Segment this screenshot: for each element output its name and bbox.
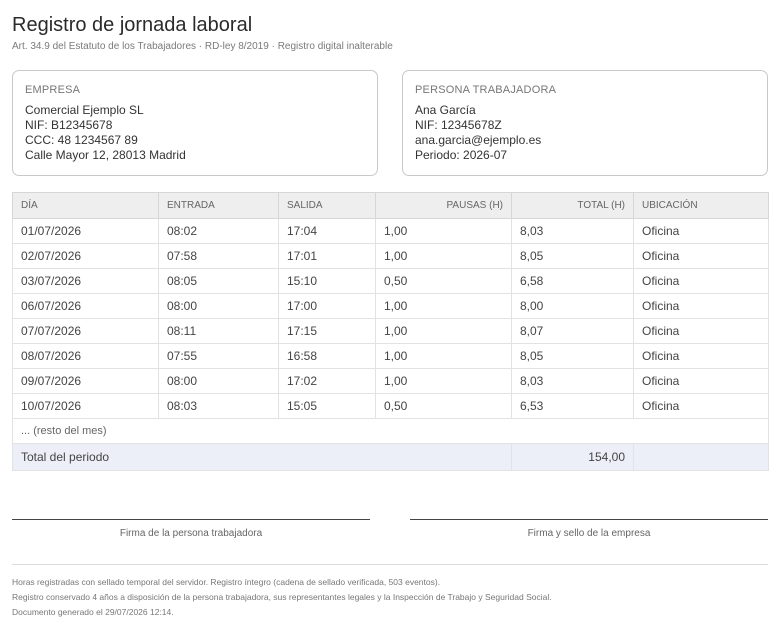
cell-dia: 09/07/2026 [12, 368, 159, 394]
col-header-total: TOTAL (H) [511, 192, 634, 219]
table-total-row: Total del periodo 154,00 [12, 443, 769, 471]
worker-card-label: PERSONA TRABAJADORA [415, 84, 557, 96]
cell-ubicacion: Oficina [633, 293, 769, 319]
cell-pausas: 1,00 [375, 318, 512, 344]
cell-salida: 17:04 [278, 218, 376, 244]
cell-dia: 08/07/2026 [12, 343, 159, 369]
total-label: Total del periodo [12, 443, 512, 471]
table-row: 08/07/2026 07:55 16:58 1,00 8,05 Oficina [12, 343, 769, 369]
table-row: 06/07/2026 08:00 17:00 1,00 8,00 Oficina [12, 293, 769, 319]
total-value: 154,00 [511, 443, 634, 471]
cell-pausas: 1,00 [375, 293, 512, 319]
table-row: 09/07/2026 08:00 17:02 1,00 8,03 Oficina [12, 368, 769, 394]
page-title: Registro de jornada laboral [12, 14, 253, 36]
cell-total: 8,05 [511, 243, 634, 269]
cell-total: 8,07 [511, 318, 634, 344]
cell-dia: 07/07/2026 [12, 318, 159, 344]
footer-divider [12, 564, 768, 565]
table-row: 03/07/2026 08:05 15:10 0,50 6,58 Oficina [12, 268, 769, 294]
worker-nif: NIF: 12345678Z [415, 118, 502, 132]
cell-total: 6,53 [511, 393, 634, 419]
cell-entrada: 08:03 [158, 393, 279, 419]
cell-dia: 06/07/2026 [12, 293, 159, 319]
table-note-row: ... (resto del mes) [12, 418, 769, 444]
company-card: EMPRESA Comercial Ejemplo SL NIF: B12345… [12, 70, 378, 176]
cell-pausas: 1,00 [375, 218, 512, 244]
cell-salida: 17:01 [278, 243, 376, 269]
cell-total: 8,05 [511, 343, 634, 369]
table-row: 01/07/2026 08:02 17:04 1,00 8,03 Oficina [12, 218, 769, 244]
cell-entrada: 08:02 [158, 218, 279, 244]
cell-entrada: 08:05 [158, 268, 279, 294]
cell-salida: 17:15 [278, 318, 376, 344]
cell-total: 8,03 [511, 368, 634, 394]
cell-ubicacion: Oficina [633, 393, 769, 419]
cell-pausas: 1,00 [375, 343, 512, 369]
worker-email: ana.garcia@ejemplo.es [415, 133, 542, 147]
cell-salida: 15:05 [278, 393, 376, 419]
document-page: Registro de jornada laboral Art. 34.9 de… [0, 0, 780, 630]
table-body: 01/07/2026 08:02 17:04 1,00 8,03 Oficina 02/07… [12, 218, 769, 471]
cell-entrada: 08:00 [158, 368, 279, 394]
col-header-pausas: PAUSAS (H) [375, 192, 512, 219]
worker-card: PERSONA TRABAJADORA Ana García NIF: 1234… [402, 70, 768, 176]
legal-subtitle: Art. 34.9 del Estatuto de los Trabajador… [12, 41, 393, 52]
cell-ubicacion: Oficina [633, 368, 769, 394]
cell-ubicacion: Oficina [633, 218, 769, 244]
cell-ubicacion: Oficina [633, 318, 769, 344]
worker-signature-caption: Firma de la persona trabajadora [119, 528, 263, 539]
cell-pausas: 1,00 [375, 368, 512, 394]
worker-period: Periodo: 2026-07 [415, 148, 508, 162]
cell-ubicacion: Oficina [633, 243, 769, 269]
table-row: 02/07/2026 07:58 17:01 1,00 8,05 Oficina [12, 243, 769, 269]
cell-total: 6,58 [511, 268, 634, 294]
cell-pausas: 0,50 [375, 268, 512, 294]
table-row: 07/07/2026 08:11 17:15 1,00 8,07 Oficina [12, 318, 769, 344]
cell-ubicacion: Oficina [633, 268, 769, 294]
cell-entrada: 07:58 [158, 243, 279, 269]
cell-salida: 17:00 [278, 293, 376, 319]
company-ccc: CCC: 48 1234567 89 [25, 133, 138, 147]
cell-pausas: 0,50 [375, 393, 512, 419]
cell-pausas: 1,00 [375, 243, 512, 269]
company-signature-line: Firma y sello de la empresa [410, 519, 768, 539]
col-header-salida: SALIDA [278, 192, 376, 219]
footer-line: Horas registradas con sellado temporal d… [12, 577, 441, 587]
col-header-entrada: ENTRADA [158, 192, 279, 219]
cell-dia: 03/07/2026 [12, 268, 159, 294]
cell-total: 8,03 [511, 218, 634, 244]
cell-entrada: 07:55 [158, 343, 279, 369]
col-header-dia: DÍA [12, 192, 159, 219]
cell-salida: 16:58 [278, 343, 376, 369]
company-name: Comercial Ejemplo SL [25, 103, 144, 117]
hours-table: DÍA ENTRADA SALIDA PAUSAS (H) TOTAL (H) … [12, 192, 769, 471]
cell-salida: 17:02 [278, 368, 376, 394]
cell-ubicacion: Oficina [633, 343, 769, 369]
company-signature-caption: Firma y sello de la empresa [527, 528, 651, 539]
cell-salida: 15:10 [278, 268, 376, 294]
company-nif: NIF: B12345678 [25, 118, 113, 132]
footer-line: Documento generado el 29/07/2026 12:14. [12, 607, 174, 617]
footer-line: Registro conservado 4 años a disposición… [12, 592, 552, 602]
worker-signature-line: Firma de la persona trabajadora [12, 519, 370, 539]
cell-entrada: 08:00 [158, 293, 279, 319]
cell-total: 8,00 [511, 293, 634, 319]
company-card-label: EMPRESA [25, 84, 81, 96]
total-empty-cell [633, 443, 769, 471]
rest-of-month-note: ... (resto del mes) [12, 418, 769, 444]
cell-dia: 10/07/2026 [12, 393, 159, 419]
cell-dia: 01/07/2026 [12, 218, 159, 244]
table-header-row: DÍA ENTRADA SALIDA PAUSAS (H) TOTAL (H) … [12, 192, 769, 219]
col-header-ubicacion: UBICACIÓN [633, 192, 769, 219]
cell-entrada: 08:11 [158, 318, 279, 344]
worker-name: Ana García [415, 103, 476, 117]
cell-dia: 02/07/2026 [12, 243, 159, 269]
table-row: 10/07/2026 08:03 15:05 0,50 6,53 Oficina [12, 393, 769, 419]
company-address: Calle Mayor 12, 28013 Madrid [25, 148, 186, 162]
footer-notes: Horas registradas con sellado temporal d… [12, 575, 552, 620]
